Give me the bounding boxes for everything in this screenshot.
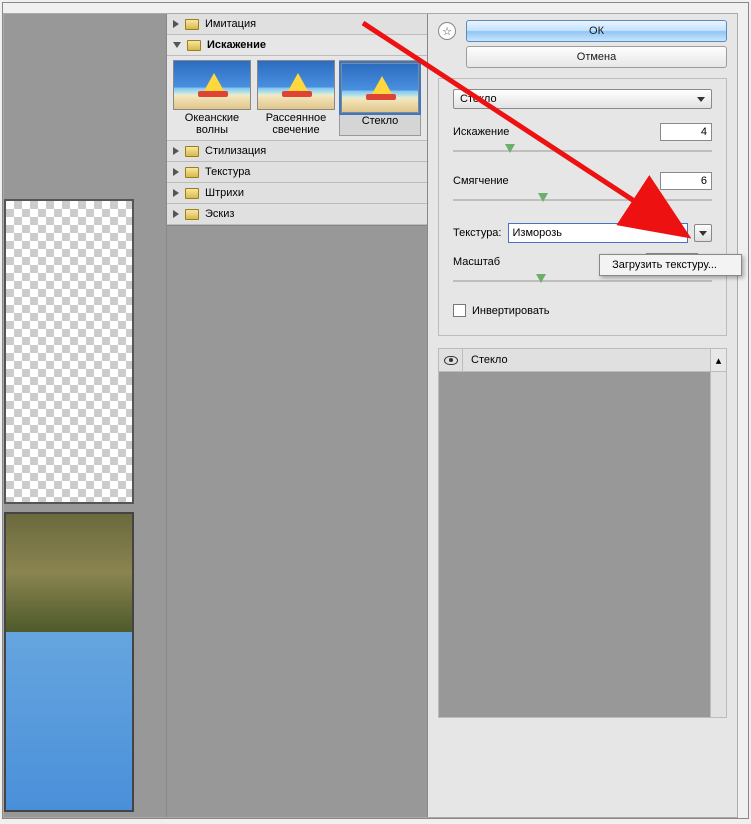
filter-thumbnail — [341, 63, 419, 113]
flyout-icon — [699, 231, 707, 236]
filter-thumbnail — [257, 60, 335, 110]
chevron-up-icon: ▴ — [716, 354, 722, 367]
slider-thumb-icon[interactable] — [538, 193, 548, 202]
category-label: Имитация — [205, 18, 256, 30]
category-label: Стилизация — [205, 145, 266, 157]
layer-visibility-toggle[interactable] — [439, 349, 463, 371]
chevron-right-icon — [173, 147, 179, 155]
filter-thumbnail — [173, 60, 251, 110]
layer-body — [439, 372, 726, 717]
category-label: Текстура — [205, 166, 250, 178]
double-chevron-up-icon: ☆ — [442, 25, 452, 38]
invert-checkbox[interactable] — [453, 304, 466, 317]
chevron-right-icon — [173, 168, 179, 176]
preview-transparent-area[interactable] — [4, 199, 134, 504]
folder-icon — [185, 146, 199, 157]
category-distortion[interactable]: Искажение — [167, 35, 427, 56]
filter-tree-pane: Имитация Искажение Океанские волны Рассе… — [166, 14, 428, 817]
scroll-up-button[interactable]: ▴ — [710, 349, 726, 371]
filter-name-value: Стекло — [460, 93, 497, 105]
eye-icon — [444, 356, 458, 365]
chevron-right-icon — [173, 20, 179, 28]
texture-flyout-button[interactable] — [694, 224, 712, 242]
category-stylization[interactable]: Стилизация — [167, 141, 427, 162]
filters-grid: Океанские волны Рассеянное свечение Стек… — [167, 56, 427, 141]
effect-layers-panel: Стекло ▴ — [438, 348, 727, 718]
chevron-down-icon — [697, 97, 705, 102]
category-label: Эскиз — [205, 208, 234, 220]
slider-thumb-icon[interactable] — [536, 274, 546, 283]
chevron-right-icon — [173, 189, 179, 197]
chevron-down-icon — [173, 42, 181, 48]
preview-pane — [4, 14, 166, 817]
folder-icon — [185, 19, 199, 30]
ok-button[interactable]: ОК — [466, 20, 727, 42]
smoothing-slider[interactable] — [453, 193, 712, 207]
distortion-input[interactable] — [660, 123, 712, 141]
slider-thumb-icon[interactable] — [505, 144, 515, 153]
filter-label: Стекло — [340, 115, 420, 127]
filter-label: Рассеянное свечение — [255, 112, 337, 136]
distortion-label: Искажение — [453, 126, 509, 138]
category-imitation[interactable]: Имитация — [167, 14, 427, 35]
scrollbar[interactable] — [710, 372, 726, 717]
filter-glass[interactable]: Стекло — [339, 60, 421, 136]
folder-icon — [187, 40, 201, 51]
cancel-button[interactable]: Отмена — [466, 46, 727, 68]
texture-dropdown[interactable]: Изморозь — [508, 223, 689, 243]
folder-icon — [185, 209, 199, 220]
invert-label: Инвертировать — [472, 305, 549, 317]
chevron-down-icon — [675, 231, 683, 236]
scale-label: Масштаб — [453, 256, 500, 268]
category-label: Искажение — [207, 39, 266, 51]
filter-ocean-waves[interactable]: Океанские волны — [171, 60, 253, 136]
collapse-toggle[interactable]: ☆ — [438, 22, 456, 40]
folder-icon — [185, 188, 199, 199]
texture-value: Изморозь — [513, 227, 563, 239]
distortion-slider[interactable] — [453, 144, 712, 158]
load-texture-menu-item[interactable]: Загрузить текстуру... — [599, 254, 742, 276]
folder-icon — [185, 167, 199, 178]
preview-image[interactable] — [4, 512, 134, 812]
category-texture[interactable]: Текстура — [167, 162, 427, 183]
category-strokes[interactable]: Штрихи — [167, 183, 427, 204]
smoothing-input[interactable] — [660, 172, 712, 190]
menu-item-label: Загрузить текстуру... — [612, 259, 717, 271]
category-sketch[interactable]: Эскиз — [167, 204, 427, 225]
filter-label: Океанские волны — [171, 112, 253, 136]
layer-name[interactable]: Стекло — [463, 354, 710, 366]
tree-empty-area — [167, 225, 427, 817]
texture-label: Текстура: — [453, 227, 502, 239]
filter-diffuse-glow[interactable]: Рассеянное свечение — [255, 60, 337, 136]
filter-settings-box: Стекло Искажение Смягчение — [438, 78, 727, 336]
scale-slider[interactable] — [453, 274, 712, 288]
filter-name-dropdown[interactable]: Стекло — [453, 89, 712, 109]
chevron-right-icon — [173, 210, 179, 218]
smoothing-label: Смягчение — [453, 175, 509, 187]
category-label: Штрихи — [205, 187, 244, 199]
settings-pane: ☆ ОК Отмена Стекло Искажение — [428, 14, 737, 817]
